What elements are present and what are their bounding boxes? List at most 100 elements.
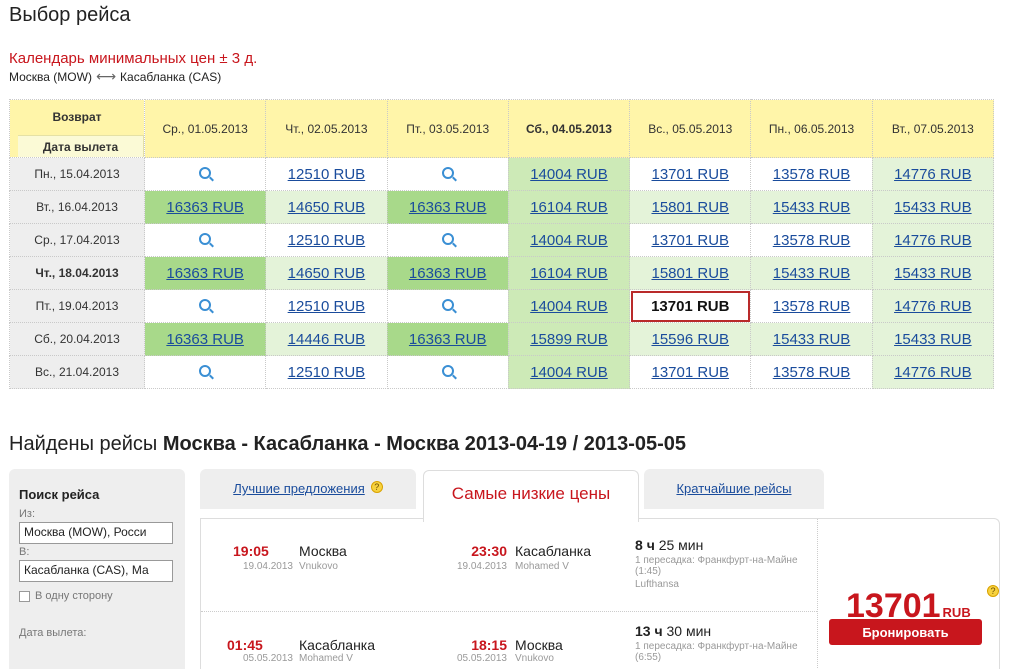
price-link[interactable]: 15433 RUB bbox=[894, 331, 972, 348]
price-link[interactable]: 16363 RUB bbox=[166, 265, 244, 282]
search-icon[interactable] bbox=[199, 298, 212, 311]
price-link[interactable]: 16363 RUB bbox=[409, 265, 487, 282]
calendar-price-cell[interactable]: 12510 RUB bbox=[265, 223, 388, 257]
price-link[interactable]: 14004 RUB bbox=[530, 166, 608, 183]
calendar-price-cell[interactable]: 13701 RUB bbox=[629, 223, 752, 257]
price-link[interactable]: 12510 RUB bbox=[288, 298, 366, 315]
calendar-price-cell[interactable]: 14776 RUB bbox=[871, 157, 995, 191]
price-link[interactable]: 16363 RUB bbox=[409, 331, 487, 348]
price-link[interactable]: 15433 RUB bbox=[894, 199, 972, 216]
price-link[interactable]: 14004 RUB bbox=[530, 364, 608, 381]
inbound-segment[interactable]: 01:45 Касабланка 05.05.2013 Mohamed V 18… bbox=[201, 621, 817, 669]
calendar-price-cell[interactable]: 12510 RUB bbox=[265, 289, 388, 323]
search-icon[interactable] bbox=[199, 364, 212, 377]
calendar-price-cell[interactable]: 12510 RUB bbox=[265, 157, 388, 191]
price-link[interactable]: 15433 RUB bbox=[773, 199, 851, 216]
calendar-search-cell[interactable] bbox=[143, 355, 267, 389]
price-info-icon[interactable]: ? bbox=[987, 585, 999, 597]
calendar-price-cell[interactable]: 13701 RUB bbox=[629, 157, 752, 191]
calendar-price-cell[interactable]: 14776 RUB bbox=[871, 289, 995, 323]
price-link[interactable]: 13578 RUB bbox=[773, 364, 851, 381]
price-link[interactable]: 14776 RUB bbox=[894, 166, 972, 183]
price-link[interactable]: 15899 RUB bbox=[530, 331, 608, 348]
price-link[interactable]: 15433 RUB bbox=[773, 265, 851, 282]
calendar-price-cell[interactable]: 14004 RUB bbox=[507, 289, 631, 323]
calendar-price-cell[interactable]: 16363 RUB bbox=[143, 322, 267, 356]
price-link[interactable]: 15433 RUB bbox=[773, 331, 851, 348]
tab-best[interactable]: Лучшие предложения ? bbox=[200, 469, 416, 509]
calendar-search-cell[interactable] bbox=[386, 289, 509, 323]
calendar-price-cell[interactable]: 13578 RUB bbox=[750, 289, 873, 323]
search-icon[interactable] bbox=[199, 166, 212, 179]
price-link[interactable]: 16104 RUB bbox=[530, 265, 608, 282]
calendar-search-cell[interactable] bbox=[143, 289, 267, 323]
calendar-price-cell[interactable]: 16363 RUB bbox=[386, 190, 509, 224]
calendar-price-cell[interactable]: 14446 RUB bbox=[265, 322, 388, 356]
calendar-price-cell[interactable]: 13701 RUB bbox=[629, 355, 752, 389]
calendar-price-cell[interactable]: 16363 RUB bbox=[386, 256, 509, 290]
search-icon[interactable] bbox=[199, 232, 212, 245]
calendar-price-cell[interactable]: 14776 RUB bbox=[871, 355, 995, 389]
calendar-search-cell[interactable] bbox=[143, 157, 267, 191]
calendar-price-cell[interactable]: 14776 RUB bbox=[871, 223, 995, 257]
price-link[interactable]: 16363 RUB bbox=[409, 199, 487, 216]
price-link[interactable]: 13701 RUB bbox=[651, 364, 729, 381]
tab-cheapest[interactable]: Самые низкие цены bbox=[423, 470, 639, 522]
book-button[interactable]: Бронировать bbox=[829, 619, 982, 645]
calendar-price-cell[interactable]: 13578 RUB bbox=[750, 223, 873, 257]
calendar-price-cell[interactable]: 12510 RUB bbox=[265, 355, 388, 389]
calendar-price-cell[interactable]: 15596 RUB bbox=[629, 322, 752, 356]
search-icon[interactable] bbox=[441, 364, 454, 377]
price-link[interactable]: 13701 RUB bbox=[651, 166, 729, 183]
calendar-price-cell[interactable]: 13701 RUB bbox=[629, 289, 752, 323]
price-link[interactable]: 12510 RUB bbox=[288, 232, 366, 249]
price-link[interactable]: 15801 RUB bbox=[651, 199, 729, 216]
price-link[interactable]: 13701 RUB bbox=[651, 232, 729, 249]
calendar-price-cell[interactable]: 15433 RUB bbox=[871, 256, 995, 290]
price-link[interactable]: 14776 RUB bbox=[894, 298, 972, 315]
price-link[interactable]: 14004 RUB bbox=[530, 232, 608, 249]
tab-best-link[interactable]: Лучшие предложения bbox=[233, 481, 365, 496]
calendar-price-cell[interactable]: 14004 RUB bbox=[507, 223, 631, 257]
calendar-price-cell[interactable]: 16104 RUB bbox=[507, 190, 631, 224]
price-link[interactable]: 13578 RUB bbox=[773, 232, 851, 249]
price-link[interactable]: 14776 RUB bbox=[894, 232, 972, 249]
to-input[interactable]: Касабланка (CAS), Ма bbox=[19, 560, 173, 582]
price-link[interactable]: 12510 RUB bbox=[288, 166, 366, 183]
calendar-price-cell[interactable]: 14650 RUB bbox=[265, 256, 388, 290]
price-link[interactable]: 14650 RUB bbox=[288, 265, 366, 282]
search-icon[interactable] bbox=[441, 166, 454, 179]
calendar-price-cell[interactable]: 16363 RUB bbox=[143, 190, 267, 224]
price-link[interactable]: 16363 RUB bbox=[166, 199, 244, 216]
calendar-search-cell[interactable] bbox=[143, 223, 267, 257]
calendar-price-cell[interactable]: 16363 RUB bbox=[143, 256, 267, 290]
from-input[interactable]: Москва (MOW), Росси bbox=[19, 522, 173, 544]
calendar-price-cell[interactable]: 13578 RUB bbox=[750, 157, 873, 191]
calendar-price-cell[interactable]: 14650 RUB bbox=[265, 190, 388, 224]
price-link[interactable]: 14650 RUB bbox=[288, 199, 366, 216]
tab-shortest-link[interactable]: Кратчайшие рейсы bbox=[676, 481, 791, 496]
calendar-price-cell[interactable]: 16363 RUB bbox=[386, 322, 509, 356]
calendar-search-cell[interactable] bbox=[386, 157, 509, 191]
calendar-price-cell[interactable]: 15433 RUB bbox=[871, 322, 995, 356]
price-link[interactable]: 14446 RUB bbox=[288, 331, 366, 348]
calendar-price-cell[interactable]: 15433 RUB bbox=[750, 190, 873, 224]
calendar-price-cell[interactable]: 13578 RUB bbox=[750, 355, 873, 389]
price-link[interactable]: 16104 RUB bbox=[530, 199, 608, 216]
calendar-price-cell[interactable]: 15433 RUB bbox=[871, 190, 995, 224]
calendar-price-cell[interactable]: 15433 RUB bbox=[750, 256, 873, 290]
price-link[interactable]: 12510 RUB bbox=[288, 364, 366, 381]
calendar-price-cell[interactable]: 16104 RUB bbox=[507, 256, 631, 290]
calendar-price-cell[interactable]: 15899 RUB bbox=[507, 322, 631, 356]
tab-shortest[interactable]: Кратчайшие рейсы bbox=[644, 469, 824, 509]
calendar-price-cell[interactable]: 14004 RUB bbox=[507, 355, 631, 389]
outbound-segment[interactable]: 19:05 Москва 19.04.2013 Vnukovo 23:30 Ка… bbox=[201, 537, 817, 617]
price-link[interactable]: 16363 RUB bbox=[166, 331, 244, 348]
price-link[interactable]: 14776 RUB bbox=[894, 364, 972, 381]
price-link[interactable]: 14004 RUB bbox=[530, 298, 608, 315]
price-link[interactable]: 15801 RUB bbox=[651, 265, 729, 282]
price-link[interactable]: 15596 RUB bbox=[651, 331, 729, 348]
search-icon[interactable] bbox=[441, 232, 454, 245]
price-link[interactable]: 15433 RUB bbox=[894, 265, 972, 282]
search-icon[interactable] bbox=[441, 298, 454, 311]
